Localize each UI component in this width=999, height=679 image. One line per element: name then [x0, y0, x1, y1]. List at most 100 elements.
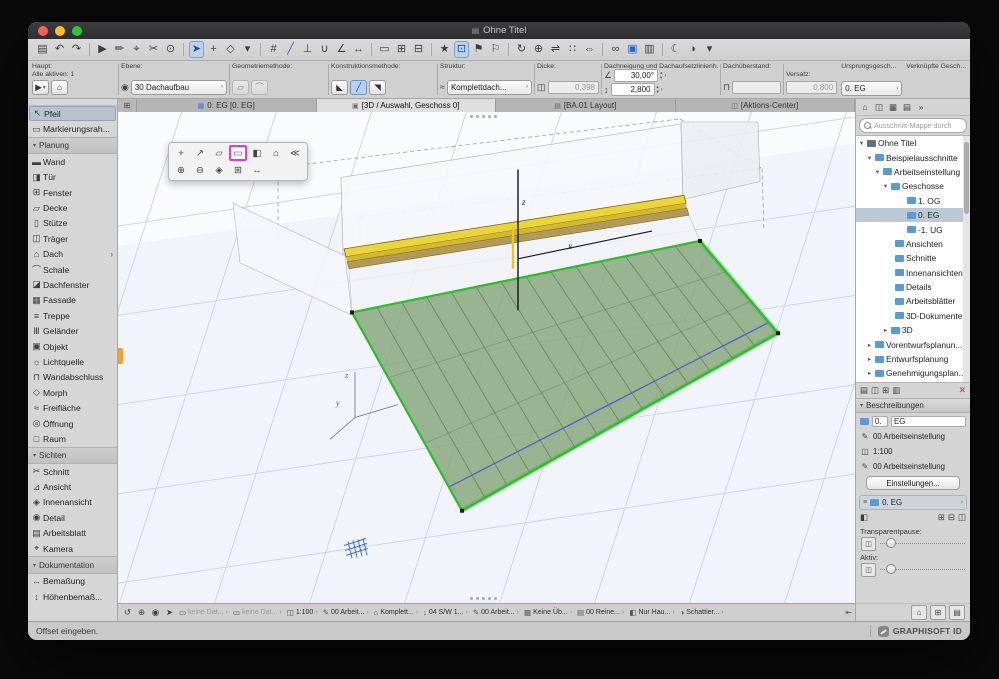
toolbar-icon[interactable]: ⚐ — [488, 41, 503, 58]
descriptions-header[interactable]: ▾ Beschreibungen — [856, 398, 970, 413]
pet-palette-icon[interactable]: ⊞ — [229, 162, 247, 178]
tree-item[interactable]: 0. EG — [856, 207, 970, 223]
disclosure-icon[interactable]: ▾ — [874, 168, 881, 176]
tree-item[interactable]: ▸ Vorentwurfsplanun... — [856, 337, 970, 351]
pet-palette-icon[interactable]: ↗ — [191, 145, 209, 161]
toolbar-icon[interactable]: ⇔ — [582, 41, 597, 58]
toolbar-icon[interactable] — [508, 43, 509, 56]
toolbox-item[interactable]: ⌒ Schale — [28, 262, 117, 277]
favorites-button[interactable]: ⌂ — [51, 79, 68, 95]
tree-item[interactable]: ▾ Geschosse — [856, 179, 970, 193]
toolbox-item[interactable]: ☼ Lichtquelle — [28, 354, 117, 369]
toolbar-icon[interactable]: ↻ — [514, 41, 529, 58]
toolbar-icon[interactable]: ⊟ — [411, 41, 426, 58]
tree-item[interactable]: ▾ Arbeitseinstellung — [856, 165, 970, 179]
story-name-field[interactable]: EG — [891, 415, 966, 427]
toolbar-icon[interactable]: ∞ — [608, 41, 623, 58]
toolbox-item[interactable]: ⊓ Wandabschluss — [28, 370, 117, 385]
toolbar-icon[interactable] — [89, 43, 90, 56]
toolbar-icon[interactable]: ↷ — [69, 41, 84, 58]
pet-palette-icon[interactable]: ◧ — [248, 145, 266, 161]
pet-palette-icon[interactable]: ⌂ — [267, 145, 285, 161]
toolbox-item[interactable]: ≡ Treppe — [28, 308, 117, 323]
toolbox-item[interactable]: ↕ Höhenbemaß... — [28, 589, 117, 604]
view-tab[interactable]: ▤ [BA.01 Layout] — [496, 99, 676, 112]
construction-method-3-button[interactable]: ◥ — [369, 79, 386, 95]
navigator-action-icon[interactable]: ▥ — [892, 385, 900, 396]
toolbox-item[interactable]: ◇ Morph — [28, 385, 117, 400]
status-icon[interactable]: ⊕ — [135, 607, 148, 618]
navigator-toolbar-icon[interactable]: ⌂ — [859, 102, 871, 112]
toolbar-icon[interactable]: ➤ — [189, 41, 204, 58]
quick-option[interactable]: ◑ Schattier... › — [678, 606, 726, 619]
toolbar-icon[interactable] — [602, 43, 603, 56]
toolbar-icon[interactable]: ▶ — [95, 41, 110, 58]
structure-dropdown[interactable]: Komplettdach... › — [446, 79, 532, 95]
quick-option[interactable]: ▤ 00 Reine... › — [575, 606, 626, 619]
toolbar-icon[interactable]: ⊞ — [394, 41, 409, 58]
zoom-button[interactable] — [72, 25, 82, 36]
default-tool-button[interactable]: ▶ ▾ — [32, 79, 49, 95]
toolbar-icon[interactable]: ⌖ — [129, 41, 144, 58]
3d-viewport[interactable]: z x z y + ↗ ▱ ▭ ◧ ⌂ ≪ ⊕ ⊖ ◈ ⊞ ↔ — [118, 112, 855, 603]
tab-overview-button[interactable]: ⊞ — [118, 99, 137, 112]
tree-item[interactable]: Details — [856, 280, 970, 294]
status-icon[interactable]: ◉ — [149, 607, 162, 618]
toolbox-item[interactable]: ⊿ Ansicht — [28, 479, 117, 494]
toolbar-icon[interactable]: ⚑ — [471, 41, 486, 58]
navigator-toolbar-icon[interactable]: ▦ — [887, 102, 899, 113]
toolbar-icon[interactable]: ▥ — [642, 41, 657, 58]
toolbar-icon[interactable]: ★ — [437, 41, 452, 58]
layer-eye-icon[interactable]: ◉ — [121, 82, 129, 93]
toolbox-item[interactable]: ▤ Arbeitsblatt — [28, 526, 117, 541]
panel-footer-icon[interactable]: ⌂ — [911, 605, 927, 620]
toolbar-icon[interactable]: + — [206, 41, 221, 58]
description-row[interactable]: ◫ 1:100 — [856, 444, 970, 458]
transparency-slider[interactable]: ◫ — [856, 536, 970, 551]
tree-item[interactable]: ▸ Entwurfsplanung — [856, 352, 970, 366]
navigator-action-icon[interactable]: ⊞ — [882, 385, 889, 396]
thickness-field[interactable]: 0,398 — [547, 80, 599, 94]
toolbar-icon[interactable] — [260, 43, 261, 56]
disclosure-icon[interactable]: ▾ — [858, 139, 865, 147]
toolbox-item[interactable]: ▾ Dokumentation — [28, 556, 117, 574]
pet-palette-icon[interactable]: ≪ — [286, 145, 304, 161]
tree-scrollbar[interactable] — [963, 136, 970, 382]
pitch-angle-field[interactable]: 30,00° — [614, 69, 659, 82]
search-field[interactable]: Ausschnitt-Mappe durch — [859, 118, 967, 133]
pet-palette-icon[interactable]: ↔ — [248, 162, 266, 178]
tree-item[interactable]: Arbeitsblätter — [856, 294, 970, 308]
quick-option[interactable]: ▭ keine Dat... › — [231, 606, 284, 619]
toolbar-icon[interactable]: ▾ — [702, 41, 717, 58]
toolbar-icon[interactable]: ◑ — [685, 41, 700, 58]
view-tab[interactable]: ▦ 0. EG [0. EG] — [137, 99, 317, 112]
toolbox-item[interactable]: ≈ Freifläche — [28, 400, 117, 415]
toolbox-item[interactable]: ▬ Wand — [28, 154, 117, 169]
status-icon[interactable]: ↺ — [121, 607, 134, 618]
pet-palette-icon[interactable]: + — [172, 145, 190, 161]
toolbar-icon[interactable]: ☾ — [668, 41, 683, 58]
toolbox-item[interactable]: ⌂ Dach › — [28, 247, 117, 262]
toolbar-icon[interactable]: ✂ — [146, 41, 161, 58]
toolbar-icon[interactable] — [183, 43, 184, 56]
toolbox-item[interactable]: ▾ Sichten — [28, 446, 117, 464]
toolbox-item[interactable]: ◫ Träger — [28, 231, 117, 246]
quick-option[interactable]: ✎ 00 Arbeit... › — [471, 606, 521, 619]
navigator-action-icon[interactable]: ✕ — [958, 385, 966, 396]
toolbox-item[interactable]: ▯ Stütze — [28, 216, 117, 231]
description-row[interactable]: ✎ 00 Arbeitseinstellung — [856, 429, 970, 443]
quick-option[interactable]: ◧ Nur Hau... › — [627, 606, 676, 619]
tree-item[interactable]: Schnitte — [856, 251, 970, 265]
tree-item[interactable]: Ansichten — [856, 237, 970, 251]
toolbox-item[interactable]: ◪ Dachfenster — [28, 277, 117, 292]
story-number-field[interactable]: 0. — [872, 415, 888, 427]
toolbox-item[interactable]: ▦ Fassade — [28, 293, 117, 308]
tree-item[interactable]: 1. OG — [856, 194, 970, 208]
disclosure-icon[interactable]: ▸ — [882, 326, 889, 334]
toolbar-icon[interactable]: ╱ — [283, 41, 298, 58]
toolbar-icon[interactable] — [371, 43, 372, 56]
trace-icon[interactable]: ◧ — [860, 512, 868, 523]
toolbar-icon[interactable]: ∷ — [565, 41, 580, 58]
story-breadcrumb[interactable]: ≡ 0. EG › — [859, 495, 967, 510]
toolbox-item[interactable]: ▾ Planung — [28, 136, 117, 155]
